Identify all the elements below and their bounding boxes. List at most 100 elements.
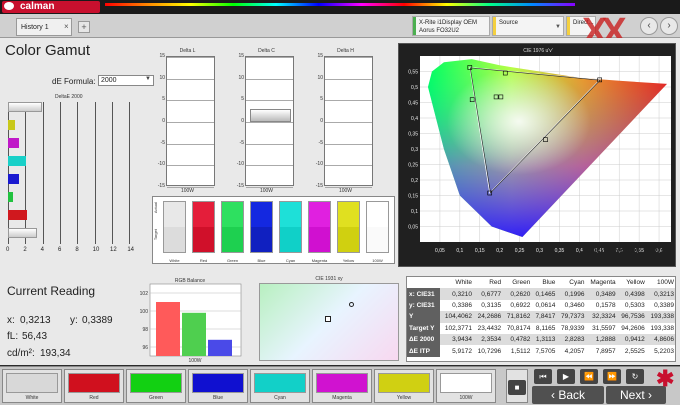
delta-e-chart-title: DeltaE 2000 xyxy=(55,94,83,100)
measurement-data-table: White Red Green Blue Cyan Magenta Yellow 100W x:… xyxy=(407,277,675,357)
device-meter-name: X-Rite i1Display OEM xyxy=(419,20,478,26)
skip-back-button[interactable]: ⏮ xyxy=(534,369,552,384)
delta-chart-title: Delta H xyxy=(337,48,354,54)
device-source[interactable]: Source ▼ xyxy=(492,16,564,36)
next-arrow-button[interactable]: › xyxy=(660,17,678,35)
back-button[interactable]: ‹ Back xyxy=(532,386,604,404)
swatch-name: 100W xyxy=(372,258,383,263)
de-tick-label: 10 xyxy=(92,247,100,253)
patch-button-yellow[interactable]: Yellow xyxy=(374,369,434,403)
table-cell: 2,3534 xyxy=(473,333,503,346)
table-cell: 4,2057 xyxy=(564,347,585,355)
luminance-label: cd/m²: xyxy=(7,348,35,359)
table-cell: 2,5525 xyxy=(624,347,645,355)
patch-name: Red xyxy=(89,395,99,401)
table-row-header: ΔE ITP xyxy=(407,345,440,357)
swatch-target xyxy=(279,227,302,253)
rgb-balance-bar-green xyxy=(182,312,206,356)
patch-button-green[interactable]: Green xyxy=(126,369,186,403)
cie76-xtick: 0,35 xyxy=(555,248,565,254)
table-cell: 96,7536 xyxy=(616,311,646,323)
calman-logo[interactable]: calman xyxy=(2,1,100,13)
cie76-xtick: 0,25 xyxy=(515,248,525,254)
patch-button-100w[interactable]: 100W xyxy=(436,369,496,403)
play-button[interactable]: ▶ xyxy=(557,369,575,384)
x-reading-label: x: xyxy=(7,315,15,326)
step-forward-button[interactable]: ⏩ xyxy=(603,369,621,384)
table-row: ΔE ITP 5,9172 10,7296 1,5112 7,5705 4,2057 7,8… xyxy=(407,345,675,357)
patch-button-red[interactable]: Red xyxy=(64,369,124,403)
delta-chart-tick: 15 xyxy=(238,53,244,59)
table-cell: 0,3213 xyxy=(645,288,675,300)
next-label: Next xyxy=(619,388,645,402)
rgb-balance-plot: RGB Balance 102 100 98 96 100W xyxy=(140,278,242,364)
swatch-100w: 100W xyxy=(365,201,390,263)
close-tab-icon[interactable]: × xyxy=(64,18,69,36)
delta-chart-title: Delta C xyxy=(258,48,275,54)
rgb-balance-bar-red xyxy=(156,302,180,356)
y-reading-label: y: xyxy=(70,315,78,326)
y-reading-value: 0,3389 xyxy=(82,315,113,326)
cie-1931-chart: CIE 1931 xy xyxy=(258,276,400,362)
swatch-name: Magenta xyxy=(311,258,328,263)
de-tick-label: 6 xyxy=(58,247,62,253)
delta-chart-gridline xyxy=(246,100,293,102)
patch-color xyxy=(192,373,244,393)
delta-chart-tick: 0 xyxy=(320,118,323,124)
de-gridline xyxy=(77,102,79,244)
swatch-white: White xyxy=(162,201,187,263)
patch-button-white[interactable]: White xyxy=(2,369,62,403)
device-status-stripe xyxy=(493,17,496,35)
delta-chart-gridline xyxy=(246,57,293,58)
refresh-button[interactable]: ↻ xyxy=(626,369,644,384)
stop-button[interactable]: ■ xyxy=(508,380,526,395)
table-header-cell: 100W xyxy=(657,279,674,287)
de-gridline xyxy=(60,102,61,244)
asterisk-icon[interactable]: ✱ xyxy=(656,366,674,392)
prev-arrow-button[interactable]: ‹ xyxy=(640,17,658,35)
cie76-xtick: 0,2 xyxy=(496,248,503,254)
table-cell: 0,6922 xyxy=(510,301,531,309)
device-meter[interactable]: X-Rite i1Display OEM Aorus FO32U2 xyxy=(412,16,490,36)
swatch-cyan: Cyan xyxy=(278,201,303,263)
patch-button-magenta[interactable]: Magenta xyxy=(312,369,372,403)
delta-chart-bottom-label: 100W xyxy=(180,188,195,194)
stop-panel: ■ xyxy=(506,369,528,403)
swatch-target xyxy=(221,227,244,253)
patch-button-cyan[interactable]: Cyan xyxy=(250,369,310,403)
swatch-target xyxy=(337,227,360,253)
cie76-title: CIE 1976 u'v' xyxy=(523,48,552,54)
delta-chart-tick: -10 xyxy=(157,161,165,168)
table-cell: 79,7373 xyxy=(556,311,586,323)
delta-chart-delta-c: Delta C 15 10 5 0 -5 -10 -15 100W xyxy=(235,48,298,198)
patch-button-blue[interactable]: Blue xyxy=(188,369,248,403)
table-cell: 31,5597 xyxy=(592,324,616,332)
delta-chart-tick: -5 xyxy=(318,139,323,146)
add-tab-button[interactable]: + xyxy=(78,21,90,33)
chevron-down-icon[interactable]: ▼ xyxy=(145,76,151,82)
delta-chart-tick: -5 xyxy=(160,139,165,146)
delta-chart-gridline xyxy=(246,143,293,145)
table-cell: 7,5705 xyxy=(535,347,556,355)
patch-color xyxy=(254,373,306,393)
table-header-cell xyxy=(407,277,440,288)
cie76-ytick: 0,05 xyxy=(408,225,418,231)
table-header-cell: Magenta xyxy=(590,279,616,287)
delta-chart-tick: 5 xyxy=(162,96,165,103)
swatch-target xyxy=(250,227,273,253)
step-back-button[interactable]: ⏪ xyxy=(580,369,598,384)
delta-chart-plot xyxy=(166,56,215,188)
de-bar-100w xyxy=(8,228,37,238)
delta-chart-tick: 5 xyxy=(241,96,244,103)
table-header-row: White Red Green Blue Cyan Magenta Yellow 100W xyxy=(407,277,675,288)
de-bar-yellow xyxy=(8,120,15,130)
swatch-red: Red xyxy=(191,201,216,263)
delta-chart-gridline xyxy=(167,100,214,102)
swatch-actual xyxy=(221,201,244,227)
swatch-target-label: Target xyxy=(153,229,158,241)
table-cell: 0,3210 xyxy=(439,288,474,300)
swatch-name: Yellow xyxy=(342,258,355,263)
table-cell: 4,8606 xyxy=(645,333,675,346)
patch-name: Green xyxy=(149,395,163,401)
table-cell: 32,3324 xyxy=(585,311,617,323)
